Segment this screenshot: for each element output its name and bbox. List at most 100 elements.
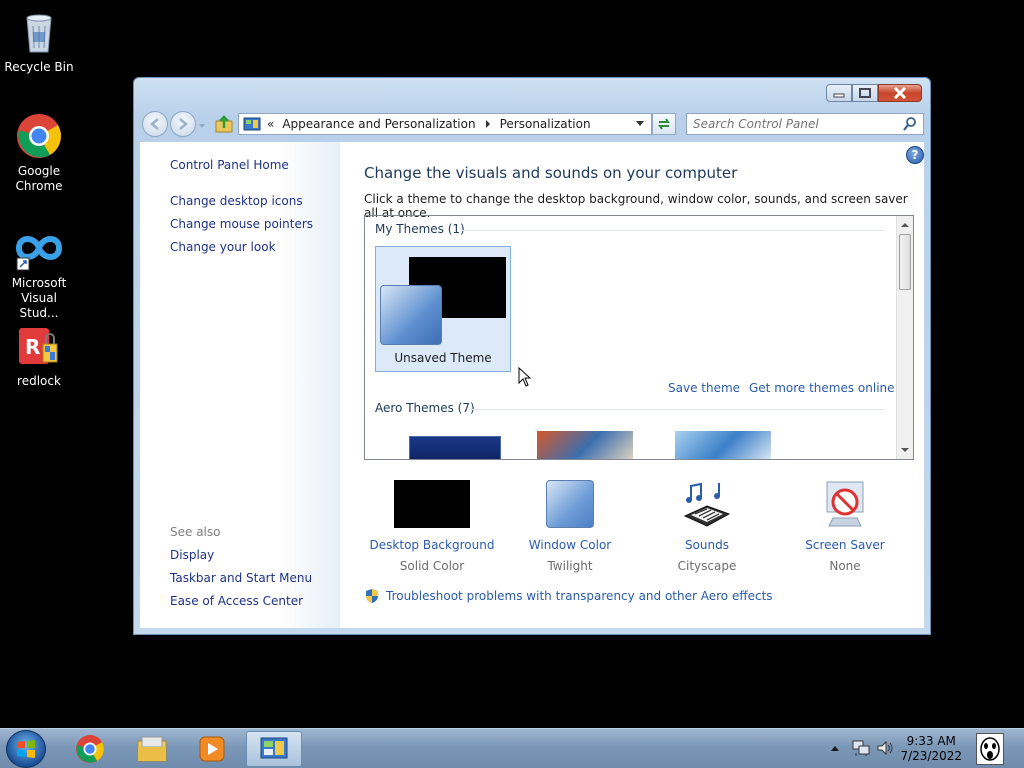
themes-list[interactable]: My Themes (1) Unsaved Theme Save theme G… (364, 215, 914, 460)
forward-button[interactable] (170, 111, 196, 137)
taskbar-explorer[interactable] (124, 731, 180, 767)
address-dropdown-icon[interactable] (635, 120, 645, 128)
control-panel-home-link[interactable]: Control Panel Home (170, 158, 289, 172)
minimize-button[interactable] (826, 84, 852, 102)
change-mouse-pointers-link[interactable]: Change mouse pointers (170, 217, 313, 231)
troubleshoot-label[interactable]: Troubleshoot problems with transparency … (386, 589, 773, 603)
window-color-preview (546, 480, 594, 528)
taskbar: 9:33 AM 7/23/2022 (0, 728, 1024, 768)
visual-studio-icon (15, 224, 63, 272)
see-also-header: See also (170, 525, 221, 539)
taskbar-start-menu-link[interactable]: Taskbar and Start Menu (170, 571, 312, 585)
scroll-up-icon[interactable] (897, 220, 913, 230)
change-desktop-icons-link[interactable]: Change desktop icons (170, 194, 303, 208)
refresh-icon (658, 118, 670, 130)
desktop-icon-label: Google Chrome (15, 164, 63, 193)
recent-pages-dropdown[interactable] (198, 119, 206, 133)
breadcrumb-appearance[interactable]: Appearance and Personalization (282, 117, 475, 131)
screen-saver-setting[interactable]: Screen Saver None (775, 480, 915, 573)
troubleshoot-link[interactable]: Troubleshoot problems with transparency … (364, 588, 773, 604)
show-hidden-icons-button[interactable] (830, 743, 840, 757)
system-clock[interactable]: 9:33 AM 7/23/2022 (900, 734, 962, 764)
chevron-down-icon (199, 124, 205, 128)
desktop-icon-label: Recycle Bin (4, 60, 74, 74)
up-folder-icon (215, 115, 233, 133)
network-tray-icon[interactable] (852, 739, 870, 760)
help-button[interactable]: ? (906, 146, 924, 164)
scroll-down-icon[interactable] (897, 445, 913, 455)
sounds-value: Cityscape (677, 559, 737, 573)
desktop-background-link[interactable]: Desktop Background (362, 538, 502, 552)
chrome-icon (76, 735, 104, 763)
desktop-background-value: Solid Color (399, 559, 465, 573)
desktop-background-preview (394, 480, 470, 528)
redlock-icon: R (15, 322, 63, 370)
navigation-bar: « Appearance and Personalization Persona… (140, 110, 924, 138)
display-link[interactable]: Display (170, 548, 214, 562)
search-input[interactable] (687, 117, 902, 131)
group-divider (461, 230, 885, 231)
speaker-icon (877, 740, 893, 756)
ease-of-access-link[interactable]: Ease of Access Center (170, 594, 303, 608)
group-divider (469, 409, 885, 410)
sounds-setting[interactable]: Sounds Cityscape (637, 480, 777, 573)
save-theme-link[interactable]: Save theme (668, 381, 740, 395)
change-your-look-link[interactable]: Change your look (170, 240, 276, 254)
desktop-icon-recycle-bin[interactable]: Recycle Bin (1, 8, 77, 75)
aero-theme-thumbnail[interactable] (675, 431, 771, 459)
face-icon (980, 737, 1000, 761)
volume-tray-icon[interactable] (876, 739, 894, 760)
aero-theme-thumbnail[interactable] (537, 431, 633, 459)
personalization-window: « Appearance and Personalization Persona… (133, 77, 931, 635)
aero-themes-header[interactable]: Aero Themes (7) (375, 401, 475, 415)
network-icon (852, 740, 870, 756)
screen-saver-link[interactable]: Screen Saver (775, 538, 915, 552)
theme-window-preview (380, 285, 442, 345)
desktop-icon-visual-studio[interactable]: Microsoft Visual Stud... (1, 224, 77, 321)
window-color-setting[interactable]: Window Color Twilight (500, 480, 640, 573)
desktop-icon-google-chrome[interactable]: Google Chrome (1, 112, 77, 194)
window-color-value: Twilight (547, 559, 593, 573)
get-more-themes-link[interactable]: Get more themes online (749, 381, 895, 395)
minimize-icon (833, 93, 845, 98)
chevron-up-icon (831, 746, 839, 751)
themes-scrollbar[interactable] (896, 216, 913, 459)
media-player-icon (199, 736, 225, 762)
control-panel-icon (243, 117, 261, 131)
clock-date: 7/23/2022 (900, 749, 962, 763)
mouse-cursor (518, 366, 532, 390)
sounds-icon (681, 480, 733, 528)
maximize-button[interactable] (852, 84, 878, 102)
back-button[interactable] (142, 111, 168, 137)
taskbar-chrome[interactable] (62, 731, 118, 767)
address-bar[interactable]: « Appearance and Personalization Persona… (238, 113, 652, 135)
screen-saver-icon (819, 480, 871, 528)
search-icon[interactable] (902, 116, 918, 132)
shield-icon (366, 589, 378, 603)
address-overflow[interactable]: « (267, 117, 274, 131)
close-button[interactable] (878, 84, 922, 102)
taskbar-control-panel[interactable] (246, 731, 302, 767)
taskbar-media-player[interactable] (184, 731, 240, 767)
page-title: Change the visuals and sounds on your co… (364, 164, 738, 182)
help-icon: ? (911, 148, 919, 162)
refresh-button[interactable] (652, 113, 676, 135)
recycle-bin-icon (15, 8, 63, 56)
start-button[interactable] (6, 730, 46, 768)
scrollbar-thumb[interactable] (899, 234, 911, 290)
desktop-background-setting[interactable]: Desktop Background Solid Color (362, 480, 502, 573)
aero-theme-thumbnail[interactable] (409, 436, 501, 459)
caption-buttons (826, 84, 922, 102)
search-box[interactable] (686, 113, 924, 135)
breadcrumb-separator-icon[interactable] (481, 119, 495, 129)
window-color-link[interactable]: Window Color (500, 538, 640, 552)
screen-saver-value: None (829, 559, 861, 573)
up-folder-button[interactable] (214, 114, 234, 137)
forward-arrow-icon (179, 118, 188, 130)
user-tray-icon[interactable] (976, 733, 1004, 765)
desktop-icon-redlock[interactable]: R redlock (1, 322, 77, 389)
my-themes-header[interactable]: My Themes (1) (375, 222, 465, 236)
breadcrumb-personalization[interactable]: Personalization (500, 117, 591, 131)
unsaved-theme-tile[interactable]: Unsaved Theme (375, 246, 511, 372)
sounds-link[interactable]: Sounds (637, 538, 777, 552)
